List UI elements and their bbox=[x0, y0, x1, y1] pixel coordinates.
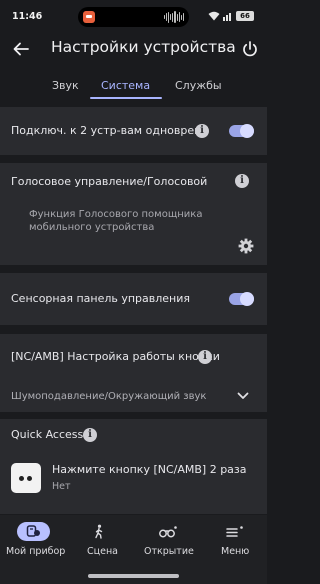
nc-amb-title: [NC/AMB] Настройка работы кнопки bbox=[11, 350, 220, 363]
home-indicator[interactable] bbox=[88, 574, 179, 578]
multipoint-toggle[interactable] bbox=[229, 124, 254, 138]
device-icon[interactable] bbox=[26, 524, 41, 539]
double-press-icon bbox=[11, 463, 41, 493]
wifi-icon bbox=[208, 11, 220, 21]
walking-person-icon[interactable] bbox=[92, 524, 106, 539]
info-icon[interactable]: i bbox=[198, 350, 212, 364]
tab-services[interactable]: Службы bbox=[175, 79, 222, 92]
voice-control-title: Голосовое управление/Голосовой bbox=[11, 175, 208, 188]
tab-system[interactable]: Система bbox=[101, 79, 150, 92]
battery-indicator: 66 bbox=[236, 11, 254, 21]
status-time: 11:46 bbox=[12, 11, 43, 22]
quick-access-title: Quick Access bbox=[11, 428, 84, 441]
nc-amb-selected-value[interactable]: Шумоподавление/Окружающий звук bbox=[11, 391, 206, 402]
quick-access-item-value: Нет bbox=[52, 481, 71, 492]
nav-discovery-label[interactable]: Открытие bbox=[144, 546, 194, 557]
touchpad-label: Сенсорная панель управления bbox=[11, 292, 191, 305]
nav-scene-label[interactable]: Сцена bbox=[87, 546, 118, 557]
chevron-down-icon[interactable] bbox=[237, 391, 249, 401]
touchpad-toggle[interactable] bbox=[229, 292, 254, 306]
info-icon[interactable]: i bbox=[195, 124, 209, 138]
menu-icon[interactable] bbox=[226, 526, 244, 538]
voice-control-description: Функция Голосового помощника мобильного … bbox=[29, 209, 203, 233]
app-indicator-icon bbox=[83, 11, 95, 23]
back-arrow-icon[interactable] bbox=[12, 40, 30, 58]
binoculars-icon[interactable] bbox=[159, 526, 177, 538]
multipoint-label: Подключ. к 2 устр-вам одноврем. bbox=[11, 124, 206, 137]
power-icon[interactable] bbox=[241, 40, 259, 58]
quick-access-item-title[interactable]: Нажмите кнопку [NC/AMB] 2 раза bbox=[52, 463, 247, 476]
info-icon[interactable]: i bbox=[83, 428, 97, 442]
tab-sound[interactable]: Звук bbox=[52, 79, 79, 92]
active-tab-indicator bbox=[90, 97, 162, 99]
gear-icon[interactable] bbox=[238, 238, 254, 254]
page-title: Настройки устройства bbox=[51, 38, 236, 56]
nav-menu-label[interactable]: Меню bbox=[221, 546, 249, 557]
nav-my-device-label[interactable]: Мой прибор bbox=[6, 546, 65, 557]
signal-icon bbox=[223, 13, 231, 21]
info-icon[interactable]: i bbox=[235, 174, 249, 188]
audio-wave-icon bbox=[164, 11, 184, 23]
